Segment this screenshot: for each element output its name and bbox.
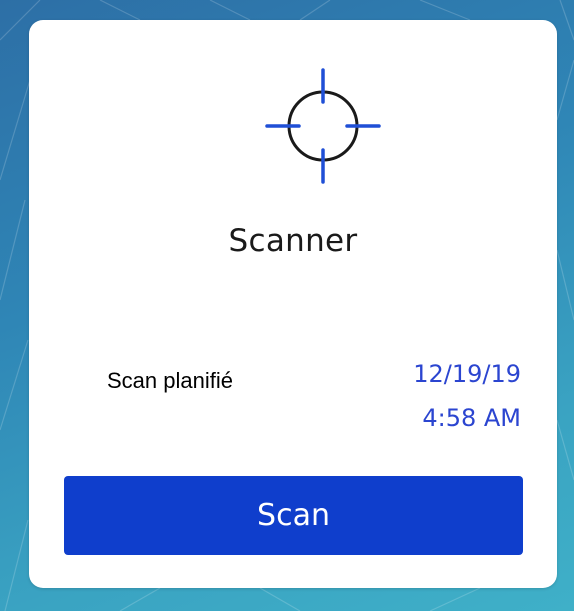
scan-button[interactable]: Scan <box>64 476 523 555</box>
scanner-card: Scanner Scan planifié 12/19/19 4:58 AM S… <box>29 20 557 588</box>
schedule-value: 12/19/19 4:58 AM <box>413 352 521 440</box>
crosshair-icon <box>263 66 383 186</box>
schedule-time: 4:58 AM <box>422 404 521 432</box>
schedule-label: Scan planifié <box>107 368 233 393</box>
card-title: Scanner <box>228 223 358 259</box>
schedule-date: 12/19/19 <box>413 360 521 388</box>
